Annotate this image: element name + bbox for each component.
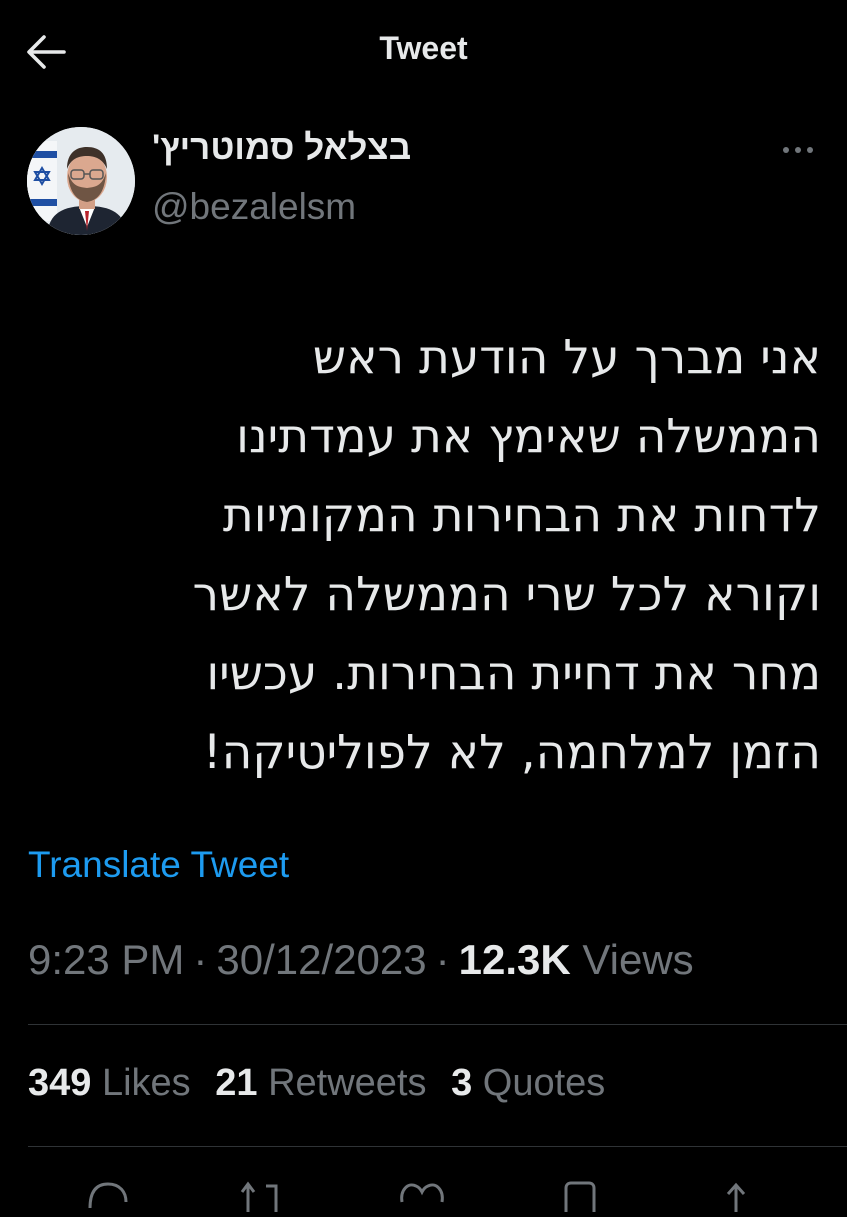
author-handle[interactable]: @bezalelsm	[152, 186, 356, 228]
author-name[interactable]: בצלאל סמוטריץ'	[152, 128, 411, 168]
reply-button[interactable]	[84, 1172, 132, 1212]
tweet-text-line: לדחות את הבחירות המקומיות	[222, 488, 821, 543]
quotes-stat[interactable]: 3 Quotes	[451, 1062, 605, 1104]
divider	[28, 1146, 847, 1147]
avatar-image	[27, 127, 135, 235]
meta-separator: ·	[193, 936, 208, 983]
tweet-meta: 9:23 PM · 30/12/2023 · 12.3K Views	[28, 936, 694, 984]
likes-label: Likes	[101, 1062, 191, 1104]
views-label: Views	[582, 936, 694, 983]
tweet-text-line: אני מברך על הודעת ראש	[312, 330, 821, 385]
tweet-text-line: מחר את דחיית הבחירות. עכשיו	[206, 646, 821, 701]
share-icon	[726, 1182, 746, 1212]
translate-link[interactable]: Translate Tweet	[28, 844, 289, 886]
retweets-label: Retweets	[268, 1062, 427, 1104]
like-button[interactable]	[398, 1172, 446, 1212]
reply-icon	[88, 1182, 128, 1209]
tweet-text-line: וקורא לכל שרי הממשלה לאשר	[192, 567, 821, 622]
engagement-stats: 349 Likes 21 Retweets 3 Quotes	[28, 1062, 619, 1105]
more-button[interactable]	[776, 136, 820, 164]
quotes-count: 3	[451, 1062, 473, 1104]
tweet-text-line: הממשלה שאימץ את עמדתינו	[236, 409, 821, 464]
likes-count: 349	[28, 1062, 92, 1104]
share-button[interactable]	[712, 1172, 760, 1212]
top-bar: Tweet	[0, 0, 847, 100]
bookmark-icon	[564, 1181, 596, 1212]
retweets-count: 21	[215, 1062, 258, 1104]
meta-separator: ·	[435, 936, 450, 983]
page-title: Tweet	[379, 30, 468, 66]
quotes-label: Quotes	[482, 1062, 606, 1104]
tweet-text-line: הזמן למלחמה, לא לפוליטיקה!	[202, 725, 821, 780]
retweet-icon	[240, 1181, 278, 1212]
retweet-button[interactable]	[236, 1172, 284, 1212]
likes-stat[interactable]: 349 Likes	[28, 1062, 191, 1104]
divider	[28, 1024, 847, 1025]
tweet-date[interactable]: 30/12/2023	[216, 936, 426, 983]
avatar[interactable]	[27, 127, 135, 235]
bookmark-button[interactable]	[556, 1172, 604, 1212]
retweets-stat[interactable]: 21 Retweets	[215, 1062, 426, 1104]
like-icon	[400, 1183, 444, 1203]
tweet-text: אני מברך על הודעת ראש הממשלה שאימץ את עמ…	[31, 318, 821, 792]
views-count: 12.3K	[458, 936, 571, 983]
tweet-time[interactable]: 9:23 PM	[28, 936, 184, 983]
